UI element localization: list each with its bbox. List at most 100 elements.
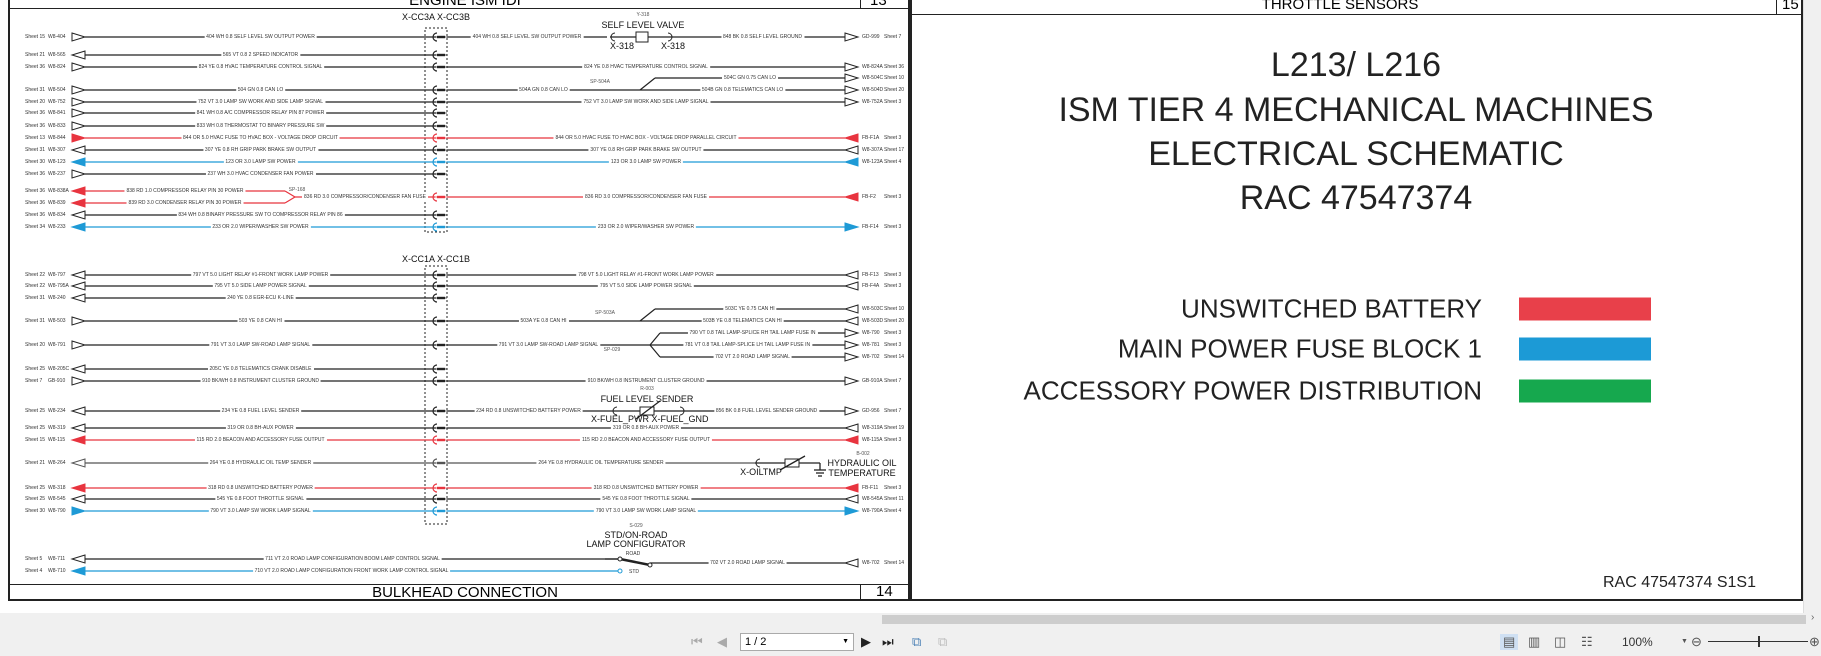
splice-label: SP-029 — [603, 347, 621, 353]
wire-right-arrow-icon — [844, 376, 860, 386]
wire-left-arrow-icon — [71, 169, 87, 179]
legend-label-accessory-power: ACCESSORY POWER DISTRIBUTION — [1023, 375, 1482, 406]
wire-right2-label: 504B GN 0.8 TELEMATICS CAN LO — [699, 87, 786, 93]
lamp-configurator-name-2: LAMP CONFIGURATOR — [586, 539, 686, 549]
zoom-slider[interactable] — [1708, 636, 1808, 647]
single-page-view-icon[interactable]: ▤ — [1500, 634, 1519, 650]
wire-left-sheet: Sheet 34 — [25, 224, 46, 230]
facing-view-icon[interactable]: ◫ — [1554, 634, 1566, 650]
scroll-right-arrow[interactable]: › — [1811, 612, 1814, 623]
wire-right-sheet: Sheet 3 — [884, 342, 902, 348]
horizontal-scrollbar-thumb[interactable] — [882, 615, 1806, 624]
wire-left-ref: W8-795A — [48, 283, 69, 289]
wire-right-label: 404 WH 0.8 SELF LEVEL SW OUTPUT POWER — [470, 34, 584, 40]
wire-right-sheet: Sheet 36 — [884, 64, 905, 70]
legend-label-unswitched-battery: UNSWITCHED BATTERY — [1181, 293, 1482, 324]
wire-left-sheet: Sheet 25 — [25, 496, 46, 502]
wire-right-sheet: Sheet 3 — [884, 330, 902, 336]
horizontal-scrollbar[interactable]: › — [0, 612, 1821, 626]
wire-left-arrow-icon — [70, 364, 86, 374]
wire-left-sheet: Sheet 13 — [25, 135, 46, 141]
wire-left-arrow-icon — [70, 423, 86, 433]
wire-left-ref: W8-205C — [48, 366, 70, 372]
wire-right-arrow-icon — [843, 157, 859, 167]
continuous-facing-view-icon[interactable]: ☷ — [1581, 634, 1593, 650]
switch-pivot — [647, 562, 653, 568]
next-page-button[interactable]: ▶ — [861, 634, 871, 650]
wire-left-arrow-icon — [71, 340, 87, 350]
wire-left-arrow-icon — [71, 32, 87, 42]
wire-right-sheet: Sheet 17 — [884, 147, 905, 153]
splice-branch — [649, 344, 661, 358]
wire-left-sheet: Sheet 36 — [25, 64, 46, 70]
wire-left-label: 790 VT 3.0 LAMP SW WORK LAMP SIGNAL — [208, 508, 313, 514]
hydraulic-oil-temp-name-2: TEMPERATURE — [828, 468, 896, 478]
wire-mid-label: 836 RD 3.0 COMPRESSOR/CONDENSER FAN FUSE — [302, 194, 428, 200]
wire-right-label: 844 OR 5.0 HVAC FUSE TO HVAC BOX - VOLTA… — [553, 135, 739, 141]
wire-left-arrow-icon — [71, 133, 87, 143]
wire-left-sheet: Sheet 21 — [25, 460, 46, 466]
wire-left-ref: W8-240 — [48, 295, 66, 301]
wire-left-label: 404 WH 0.8 SELF LEVEL SW OUTPUT POWER — [204, 34, 317, 40]
wire-left-ref: W8-565 — [48, 52, 66, 58]
wire-left-ref: W8-752 — [48, 99, 66, 105]
zoom-out-button[interactable]: ⊖ — [1691, 634, 1702, 650]
footer-code: RAC 47547374 S1S1 — [1603, 574, 1756, 591]
next-view-icon[interactable]: ⧉ — [938, 634, 947, 650]
continuous-view-icon[interactable]: ▥ — [1528, 634, 1540, 650]
previous-page-button[interactable]: ◀ — [717, 634, 727, 650]
wire-right-arrow-icon — [843, 423, 859, 433]
wire-right-sheet: Sheet 14 — [884, 560, 905, 566]
wire-right-label: 233 OR 2.0 WIPER/WASHER SW POWER — [595, 224, 697, 230]
wire-left-arrow-icon — [70, 210, 86, 220]
wire-left-label: 797 VT 5.0 LIGHT RELAY #1-FRONT WORK LAM… — [190, 272, 331, 278]
wire-left-label: 752 VT 3.0 LAMP SW WORK AND SIDE LAMP SI… — [195, 99, 326, 105]
legend-swatch-red — [1519, 297, 1651, 321]
wire-right-sheet: Sheet 3 — [884, 485, 902, 491]
wire-left-ref: W8-404 — [48, 34, 66, 40]
switch-lever-icon — [619, 557, 651, 567]
wire-right-ref: W8-319A — [862, 425, 883, 431]
wire-right-arrow-icon — [844, 506, 860, 516]
zoom-dropdown-icon[interactable]: ▼ — [1681, 638, 1688, 645]
wire-left-ref: W8-791 — [48, 342, 66, 348]
wire-left-arrow-icon — [70, 293, 86, 303]
wire-right-label: 503A YE 0.8 CAN HI — [518, 318, 569, 324]
zoom-slider-thumb[interactable] — [1758, 636, 1760, 647]
right-header-line — [910, 14, 1801, 15]
wire-right-arrow-icon — [844, 85, 860, 95]
zoom-in-button[interactable]: ⊕ — [1809, 634, 1820, 650]
wire-left-sheet: Sheet 25 — [25, 366, 46, 372]
splice-branch — [639, 308, 656, 322]
last-page-button[interactable]: ⏭ — [882, 634, 894, 650]
connector-box-cc1 — [424, 265, 448, 525]
splice-branch — [284, 196, 296, 204]
zoom-value[interactable]: 100% — [1622, 635, 1653, 649]
wire-right-label: 836 RD 3.0 COMPRESSOR/CONDENSER FAN FUSE — [583, 194, 709, 200]
wire-left-ref: W8-834 — [48, 212, 66, 218]
previous-view-icon[interactable]: ⧉ — [912, 634, 921, 650]
legend-swatch-blue — [1519, 337, 1651, 361]
wire-left-label: 839 RD 3.0 CONDENSER RELAY PIN 30 POWER — [126, 200, 244, 206]
right-header-divider — [1776, 0, 1777, 15]
wire-left-label: 319 OR 0.8 BH-AUX POWER — [225, 425, 296, 431]
wire-right-ref: W8-545A — [862, 496, 883, 502]
wire-left-arrow-icon — [70, 198, 86, 208]
wire-left-label: 233 OR 2.0 WIPER/WASHER SW POWER — [210, 224, 311, 230]
page-selector[interactable]: 1 / 2 ▼ — [740, 633, 854, 651]
vertical-scrollbar[interactable] — [1803, 0, 1821, 613]
wire-left-arrow-icon — [71, 108, 87, 118]
first-page-button[interactable]: ⏮ — [691, 634, 703, 650]
hydraulic-oil-temp-pin: X-OILTMP — [740, 467, 782, 477]
wire-left-sheet: Sheet 30 — [25, 508, 46, 514]
wire-left-sheet: Sheet 25 — [25, 425, 46, 431]
wire-right-sheet: Sheet 7 — [884, 378, 902, 384]
wire-left-ref: W8-319 — [48, 425, 66, 431]
wire-right-arrow-icon — [843, 558, 859, 568]
wire-left-ref: W8-233 — [48, 224, 66, 230]
wire-right-ref: W8-824A — [862, 64, 883, 70]
wire-right-sheet: Sheet 4 — [884, 508, 902, 514]
wire-right-sheet: Sheet 11 — [884, 496, 904, 502]
wire-left-label: 838 RD 1.0 COMPRESSOR RELAY PIN 30 POWER — [124, 188, 246, 194]
wire-left-sheet: Sheet 36 — [25, 188, 46, 194]
